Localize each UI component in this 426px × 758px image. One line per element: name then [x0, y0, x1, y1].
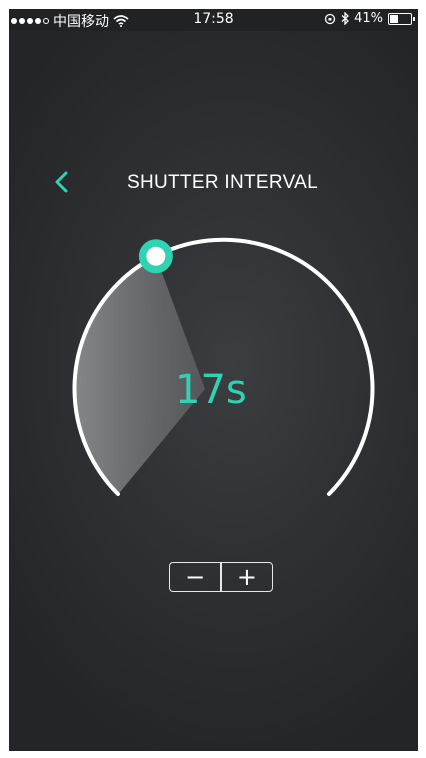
increment-button[interactable]: +: [222, 563, 272, 591]
interval-stepper: − +: [169, 562, 273, 592]
decrement-button[interactable]: −: [170, 563, 220, 591]
app-screen: 中国移动 17:58 41% SHUTTER INTERVAL 17s − +: [9, 9, 418, 751]
interval-value: 17s: [175, 367, 247, 413]
dial-handle[interactable]: [138, 239, 173, 274]
